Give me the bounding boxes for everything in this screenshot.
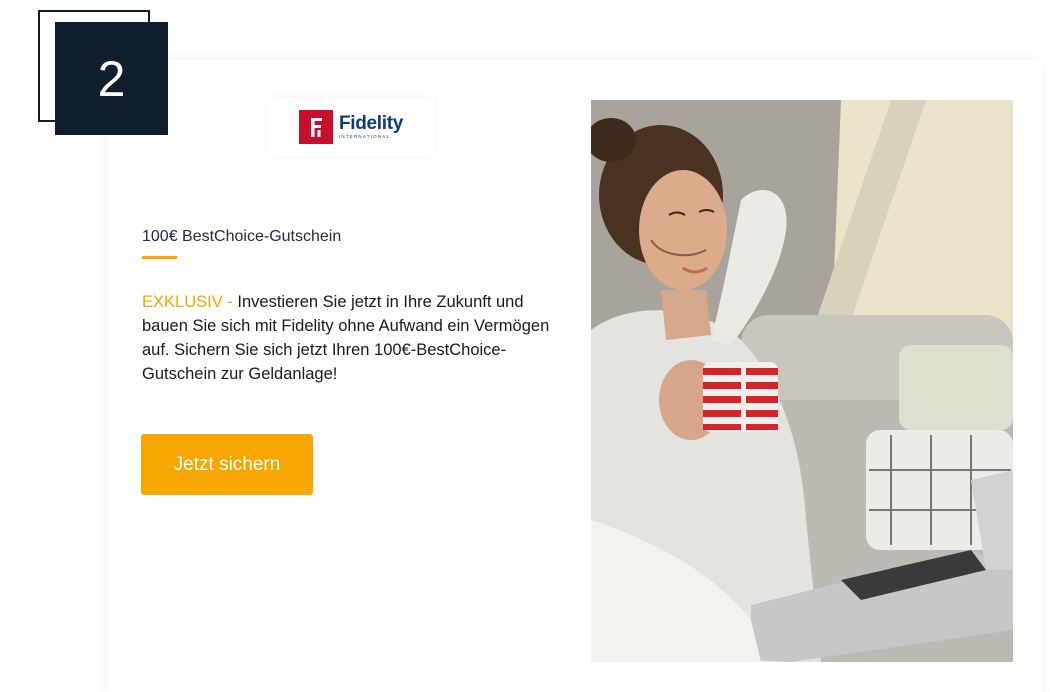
ad-stage: 2 Fidelity INTERNATIONAL 100€ BestChoice…	[0, 0, 1050, 692]
step-number: 2	[97, 50, 126, 107]
title-underline	[142, 256, 177, 259]
hero-photo-illustration	[591, 100, 1013, 662]
offer-card: Fidelity INTERNATIONAL 100€ BestChoice-G…	[108, 60, 1042, 692]
brand-name: Fidelity	[338, 113, 404, 135]
brand-subline: INTERNATIONAL	[338, 134, 391, 140]
offer-title: 100€ BestChoice-Gutschein	[142, 228, 342, 245]
brand-wordmark: Fidelity INTERNATIONAL	[339, 114, 403, 140]
offer-highlight: EXKLUSIV -	[142, 293, 233, 311]
fidelity-logo-icon	[298, 110, 333, 144]
brand-logo: Fidelity INTERNATIONAL	[268, 98, 434, 156]
offer-description: EXKLUSIV - Investieren Sie jetzt in Ihre…	[142, 290, 562, 386]
fidelity-mark-glyph	[310, 118, 322, 137]
brand-logo-inner: Fidelity INTERNATIONAL	[298, 110, 403, 144]
step-number-badge: 2	[55, 22, 168, 135]
cta-button[interactable]: Jetzt sichern	[141, 434, 313, 495]
hero-photo	[591, 100, 1013, 662]
